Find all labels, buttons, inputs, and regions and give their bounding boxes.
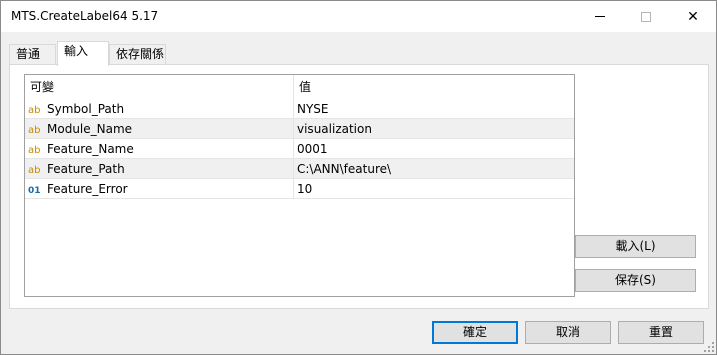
table-row[interactable]: ab Feature_Name 0001 <box>25 139 574 159</box>
string-type-icon: ab <box>28 125 41 136</box>
tab-inputs-label: 輸入 <box>64 44 89 58</box>
value-cell[interactable]: 10 <box>294 179 574 199</box>
variable-name: Feature_Name <box>47 142 134 156</box>
variable-cell: ab Feature_Path <box>25 159 294 179</box>
tab-dependencies[interactable]: 依存關係 <box>109 44 166 65</box>
variable-name: Symbol_Path <box>47 102 125 116</box>
tab-dependencies-label: 依存關係 <box>116 47 165 61</box>
reset-button[interactable]: 重置 <box>618 321 704 344</box>
integer-type-icon: 01 <box>28 186 41 196</box>
column-header-value[interactable]: 值 <box>294 75 574 99</box>
table-row[interactable]: ab Symbol_Path NYSE <box>25 99 574 119</box>
string-type-icon: ab <box>28 105 41 116</box>
save-button[interactable]: 保存(S) <box>575 269 696 292</box>
minimize-icon <box>595 16 605 17</box>
string-type-icon: ab <box>28 145 41 156</box>
value-cell[interactable]: C:\ANN\feature\ <box>294 159 574 179</box>
maximize-icon <box>641 11 651 22</box>
tab-general-label: 普通 <box>16 47 41 61</box>
minimize-button[interactable] <box>577 1 623 32</box>
inputs-grid: 可變 值 ab Symbol_Path NYSE ab Module_Name vi… <box>24 74 575 297</box>
grid-header: 可變 值 <box>25 75 574 99</box>
string-type-icon: ab <box>28 165 41 176</box>
value-cell[interactable]: NYSE <box>294 99 574 119</box>
value-cell[interactable]: visualization <box>294 119 574 139</box>
variable-cell: ab Feature_Name <box>25 139 294 159</box>
tab-inputs[interactable]: 輸入 <box>57 41 109 66</box>
dialog-window: MTS.CreateLabel64 5.17 ✕ 普通 輸入 依存關係 可變 值 <box>0 0 717 355</box>
table-row[interactable]: 01 Feature_Error 10 <box>25 179 574 199</box>
load-button[interactable]: 載入(L) <box>575 235 696 258</box>
inputs-panel: 可變 值 ab Symbol_Path NYSE ab Module_Name vi… <box>9 64 709 309</box>
table-row[interactable]: ab Feature_Path C:\ANN\feature\ <box>25 159 574 179</box>
variable-name: Module_Name <box>47 122 133 136</box>
value-cell[interactable]: 0001 <box>294 139 574 159</box>
resize-grip[interactable] <box>704 342 714 352</box>
cancel-button[interactable]: 取消 <box>525 321 611 344</box>
maximize-button[interactable] <box>623 1 669 32</box>
close-icon: ✕ <box>687 8 699 25</box>
title-bar[interactable]: MTS.CreateLabel64 5.17 ✕ <box>1 1 716 32</box>
column-header-variable[interactable]: 可變 <box>25 75 294 99</box>
variable-cell: ab Module_Name <box>25 119 294 139</box>
window-title: MTS.CreateLabel64 5.17 <box>11 9 159 23</box>
variable-cell: ab Symbol_Path <box>25 99 294 119</box>
table-row[interactable]: ab Module_Name visualization <box>25 119 574 139</box>
variable-cell: 01 Feature_Error <box>25 179 294 199</box>
variable-name: Feature_Error <box>47 182 128 196</box>
close-button[interactable]: ✕ <box>670 1 716 32</box>
tab-general[interactable]: 普通 <box>9 44 56 65</box>
ok-button[interactable]: 確定 <box>432 321 518 344</box>
variable-name: Feature_Path <box>47 162 125 176</box>
